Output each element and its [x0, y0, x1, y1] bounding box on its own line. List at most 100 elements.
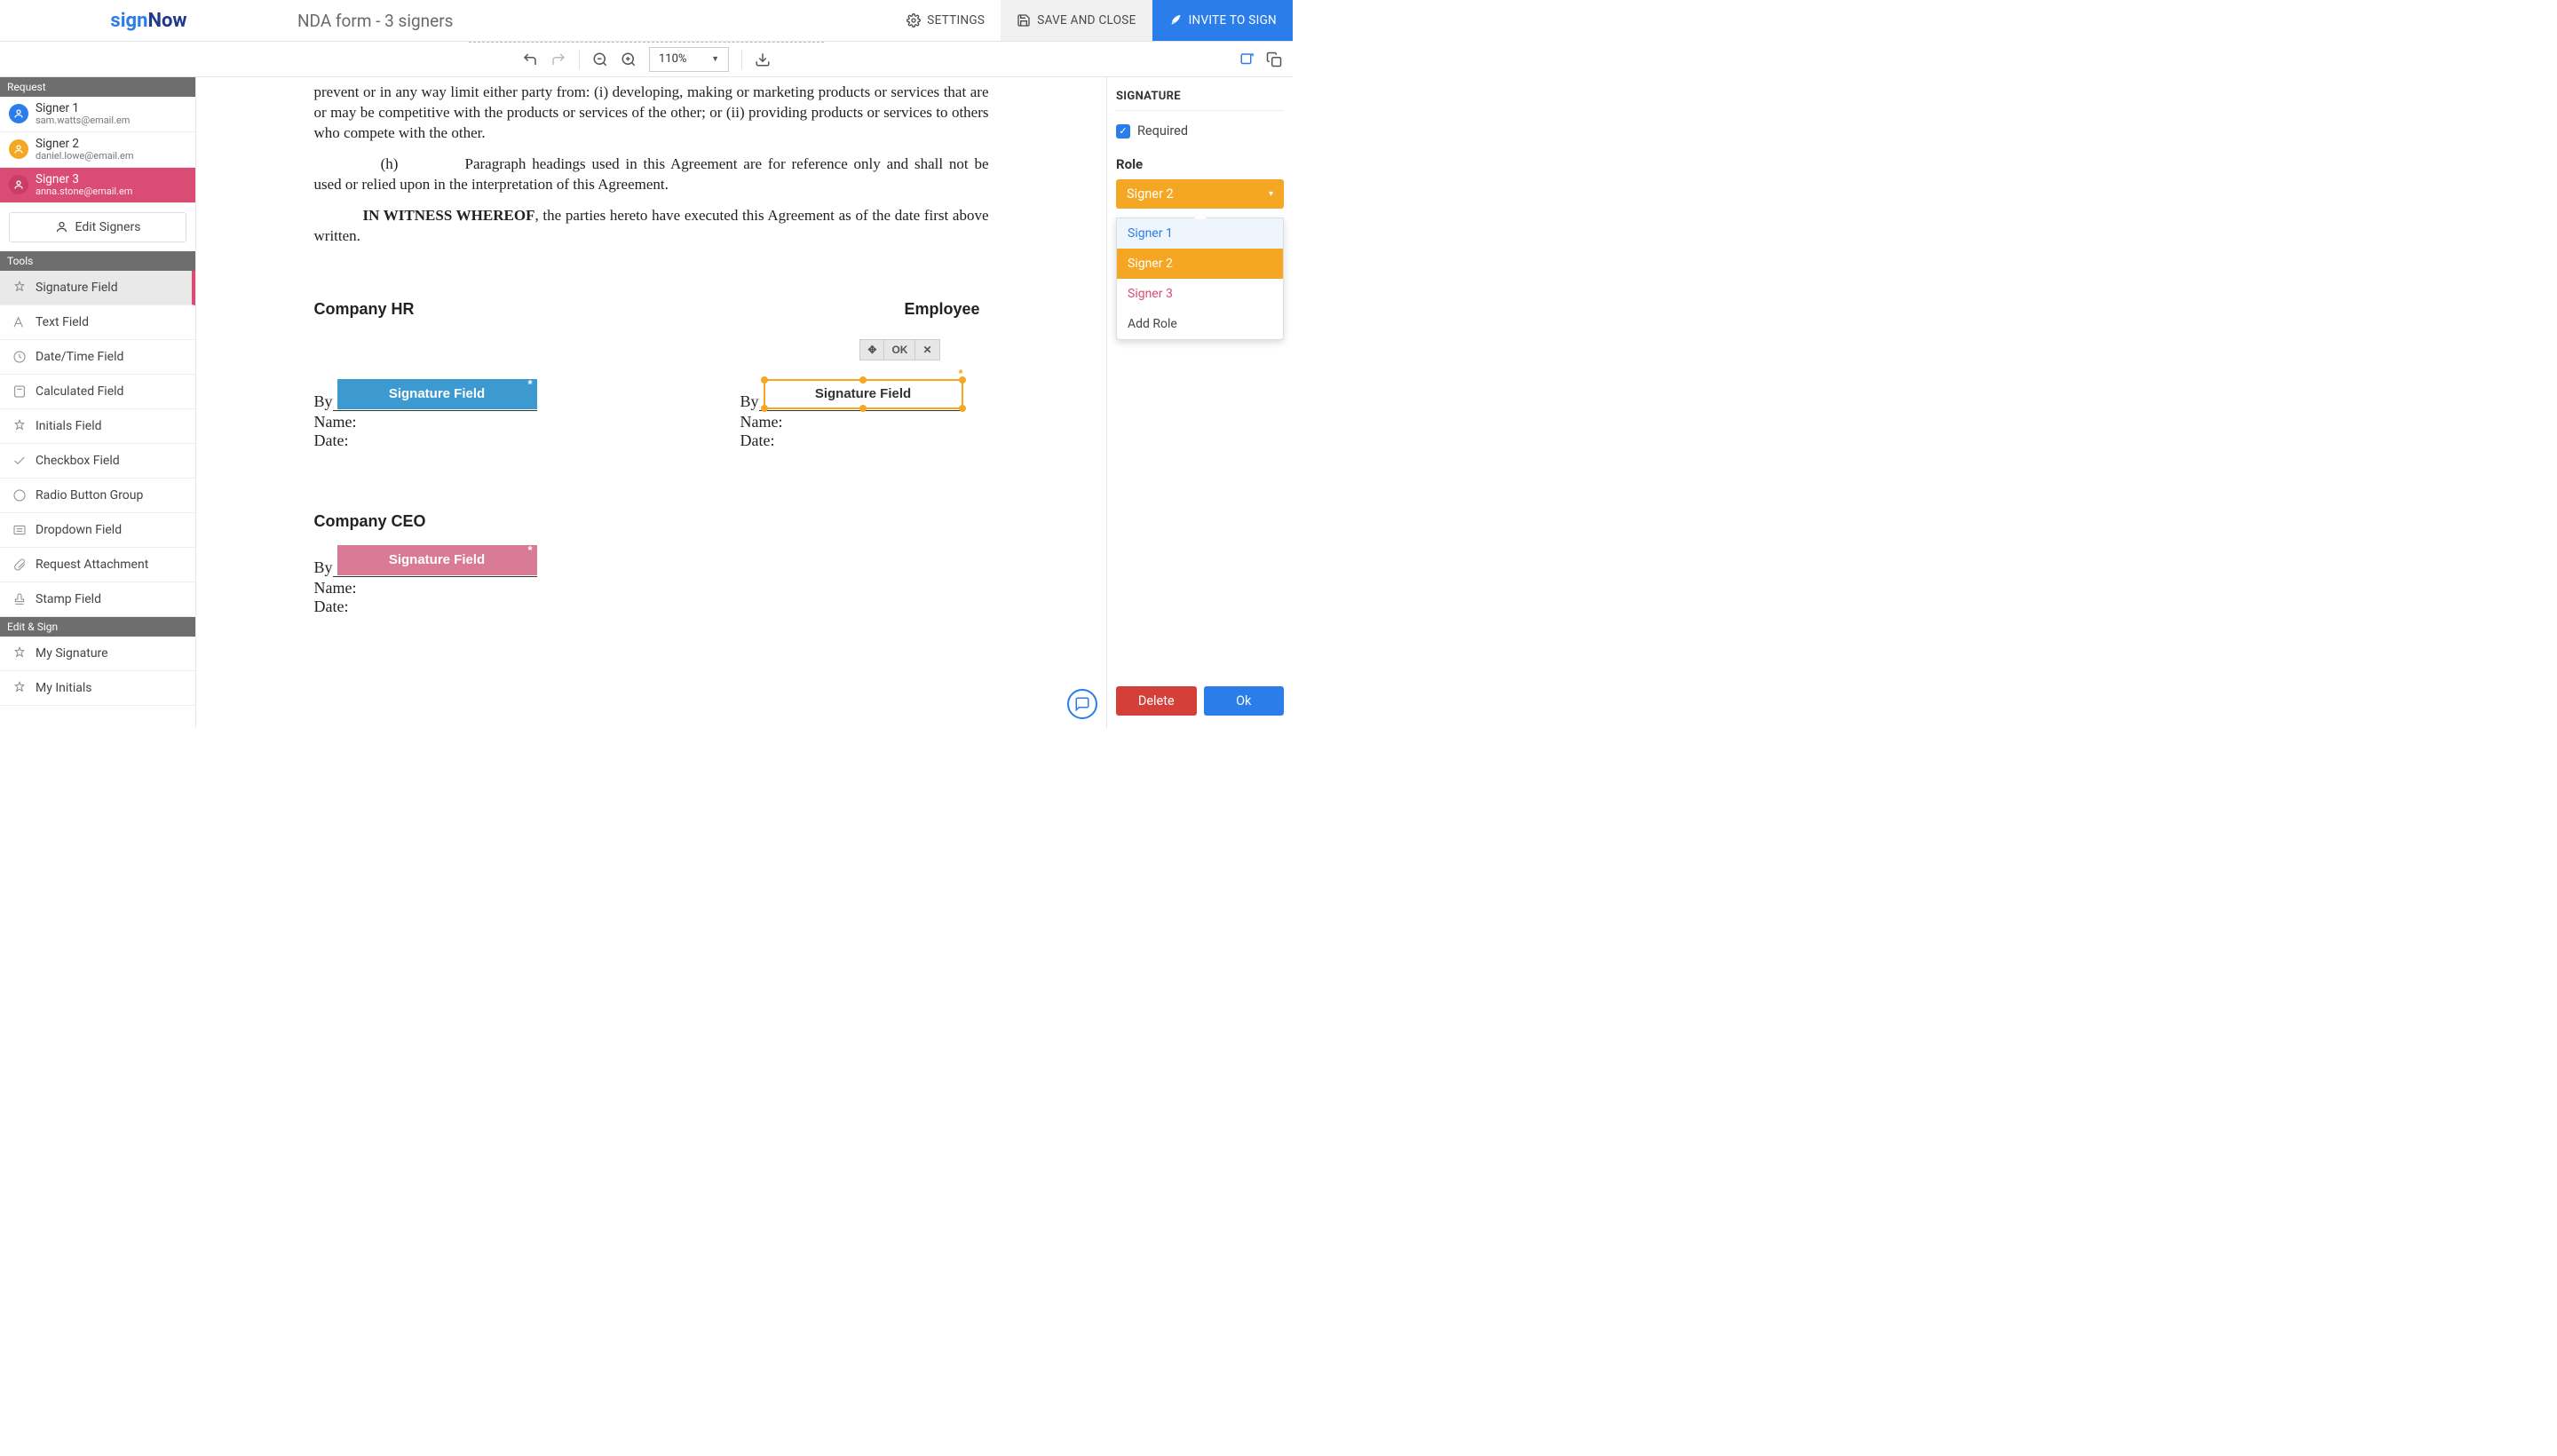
check-icon [12, 454, 27, 468]
resize-handle[interactable] [959, 376, 966, 384]
tool-my-signature[interactable]: My Signature [0, 637, 195, 671]
delete-button[interactable]: Delete [1116, 686, 1197, 716]
chevron-down-icon: ▼ [711, 54, 719, 64]
sig-row-by: By Signature Field * [740, 390, 989, 411]
role-option-add[interactable]: Add Role [1117, 309, 1283, 339]
column-employee: Employee ✥ OK ✕ By Signature Field [740, 300, 989, 450]
witness-bold: IN WITNESS WHEREOF [363, 207, 535, 224]
signature-field-hr[interactable]: Signature Field * [337, 379, 537, 409]
sig-field-label: Signature Field [389, 386, 485, 401]
document-canvas[interactable]: prevent or in any way limit either party… [196, 77, 1107, 728]
signer-row-2[interactable]: Signer 2 daniel.lowe@email.em [0, 132, 195, 168]
signature-field-ceo[interactable]: Signature Field * [337, 545, 537, 575]
main-area: Request Signer 1 sam.watts@email.em Sign… [0, 77, 1293, 728]
signer-email: sam.watts@email.em [36, 115, 130, 126]
tool-radio-button[interactable]: Radio Button Group [0, 479, 195, 513]
tool-label: Initials Field [36, 419, 102, 433]
undo-button[interactable] [522, 51, 538, 67]
invite-to-sign-button[interactable]: INVITE TO SIGN [1152, 0, 1293, 41]
panel-actions: Delete Ok [1116, 679, 1284, 716]
signer-name: Signer 2 [36, 138, 133, 151]
document-title[interactable]: NDA form - 3 signers [297, 11, 891, 31]
signer-info: Signer 2 daniel.lowe@email.em [36, 138, 133, 162]
top-bar: signNow NDA form - 3 signers SETTINGS SA… [0, 0, 1293, 42]
tool-date-field[interactable]: Date/Time Field [0, 340, 195, 375]
column-heading: Company HR [314, 300, 740, 319]
tool-initials-field[interactable]: Initials Field [0, 409, 195, 444]
editsign-section-header: Edit & Sign [0, 617, 195, 637]
edit-signers-button[interactable]: Edit Signers [9, 212, 186, 242]
sig-row-by: By Signature Field * [314, 390, 740, 411]
field-ok-button[interactable]: OK [884, 340, 915, 360]
redo-button[interactable] [550, 51, 566, 67]
copy-icon[interactable] [1266, 51, 1282, 67]
tool-text-field[interactable]: Text Field [0, 305, 195, 340]
signature-line: Signature Field * [333, 556, 537, 577]
role-label: Role [1116, 156, 1284, 172]
resize-handle[interactable] [859, 405, 867, 412]
tool-dropdown-field[interactable]: Dropdown Field [0, 513, 195, 548]
save-icon [1017, 13, 1031, 28]
tool-label: Signature Field [36, 281, 118, 295]
zoom-select[interactable]: 110% ▼ [649, 47, 729, 72]
required-checkbox[interactable]: ✓ [1116, 124, 1130, 138]
zoom-in-button[interactable] [621, 51, 637, 67]
tool-checkbox-field[interactable]: Checkbox Field [0, 444, 195, 479]
role-option-signer1[interactable]: Signer 1 [1117, 218, 1283, 249]
signature-line: Signature Field * [333, 390, 537, 411]
avatar [9, 104, 28, 123]
tool-signature-field[interactable]: Signature Field [0, 271, 195, 305]
tool-label: Text Field [36, 315, 89, 329]
tool-stamp-field[interactable]: Stamp Field [0, 582, 195, 617]
resize-handle[interactable] [959, 405, 966, 412]
column-heading: Employee [740, 300, 980, 319]
layout-icon[interactable] [1239, 51, 1255, 67]
required-row: ✓ Required [1116, 123, 1284, 138]
sidebar-right: SIGNATURE ✓ Required Role Signer 2 ▾ Sig… [1107, 77, 1293, 728]
sidebar-left: Request Signer 1 sam.watts@email.em Sign… [0, 77, 196, 728]
page-edge-hint [469, 42, 824, 43]
person-icon [55, 220, 68, 233]
field-move-handle[interactable]: ✥ [860, 340, 884, 360]
role-option-signer3[interactable]: Signer 3 [1117, 279, 1283, 309]
resize-handle[interactable] [859, 376, 867, 384]
signature-columns: Company HR By Signature Field * Name: [314, 300, 989, 450]
required-star-icon: * [527, 543, 532, 557]
tool-calculated-field[interactable]: Calculated Field [0, 375, 195, 409]
clause-label: (h) [314, 154, 465, 175]
role-option-signer2[interactable]: Signer 2 [1117, 249, 1283, 279]
role-select[interactable]: Signer 2 ▾ [1116, 179, 1284, 209]
tool-my-initials[interactable]: My Initials [0, 671, 195, 706]
label-name: Name: [314, 579, 989, 597]
list-icon [12, 523, 27, 537]
avatar [9, 175, 28, 194]
tool-request-attachment[interactable]: Request Attachment [0, 548, 195, 582]
resize-handle[interactable] [761, 405, 768, 412]
label-date: Date: [740, 431, 989, 450]
resize-handle[interactable] [761, 376, 768, 384]
signer-row-3[interactable]: Signer 3 anna.stone@email.em [0, 168, 195, 203]
toolbar-center: 110% ▼ [522, 47, 771, 72]
label-by: By [314, 558, 333, 577]
save-and-close-button[interactable]: SAVE AND CLOSE [1001, 0, 1152, 41]
close-icon: ✕ [922, 344, 931, 356]
settings-button[interactable]: SETTINGS [891, 0, 1001, 41]
ok-text: OK [891, 344, 907, 356]
field-close-button[interactable]: ✕ [915, 340, 938, 360]
paragraph: prevent or in any way limit either party… [314, 83, 989, 144]
toolbar-right [1239, 51, 1282, 67]
signer-info: Signer 3 anna.stone@email.em [36, 173, 132, 197]
stamp-icon [12, 592, 27, 606]
label-by: By [314, 392, 333, 411]
tool-label: Calculated Field [36, 384, 123, 399]
download-button[interactable] [755, 51, 771, 67]
ok-button[interactable]: Ok [1204, 686, 1285, 716]
signer-email: anna.stone@email.em [36, 186, 132, 197]
required-label: Required [1137, 123, 1188, 138]
signature-block-ceo: By Signature Field * Name: Date: [314, 556, 989, 616]
chat-button[interactable] [1067, 689, 1097, 719]
signature-field-employee-selected[interactable]: Signature Field * [764, 379, 963, 409]
signer-row-1[interactable]: Signer 1 sam.watts@email.em [0, 97, 195, 132]
gear-icon [906, 13, 921, 28]
zoom-out-button[interactable] [592, 51, 608, 67]
